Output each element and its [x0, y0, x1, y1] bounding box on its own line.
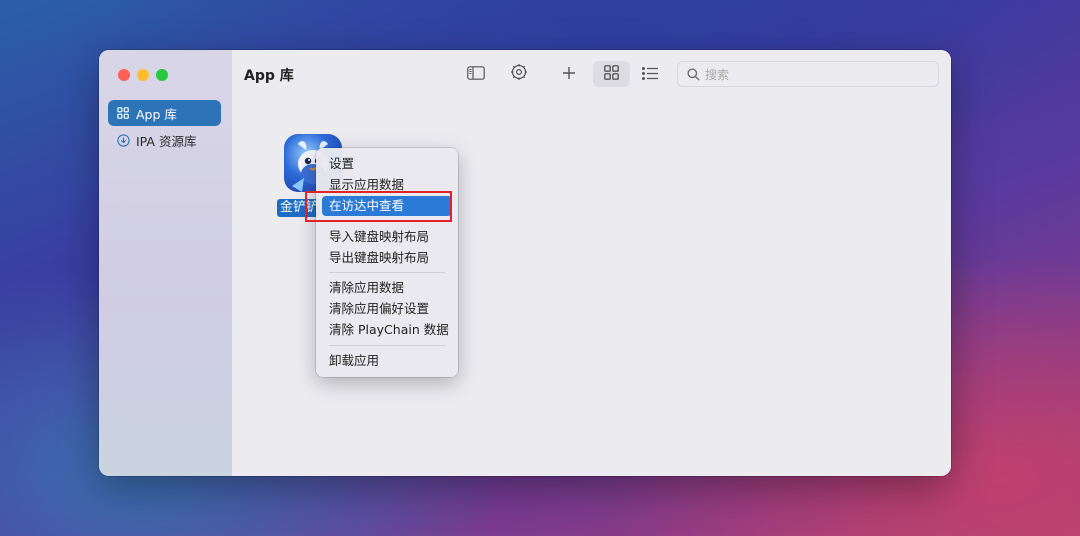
download-circle-icon — [116, 133, 130, 147]
menu-item-settings[interactable]: 设置 — [322, 154, 452, 174]
sidebar-toggle-button[interactable] — [462, 61, 490, 87]
sidebar-item-label: App 库 — [136, 106, 177, 122]
sidebar: App 库 IPA 资源库 — [99, 50, 232, 476]
grid-view-button[interactable] — [593, 61, 630, 87]
settings-button[interactable] — [505, 61, 533, 87]
menu-item-export-keymap[interactable]: 导出键盘映射布局 — [322, 248, 452, 268]
sidebar-item-ipa-library[interactable]: IPA 资源库 — [108, 127, 221, 153]
menu-item-import-keymap[interactable]: 导入键盘映射布局 — [322, 227, 452, 247]
zoom-window-button[interactable] — [156, 69, 168, 81]
page-title: App 库 — [244, 68, 294, 84]
add-app-button[interactable] — [555, 61, 583, 87]
minimize-window-button[interactable] — [137, 69, 149, 81]
search-icon — [687, 67, 700, 81]
plus-icon — [562, 65, 576, 84]
menu-separator — [329, 272, 445, 273]
context-menu: 设置 显示应用数据 在访达中查看 导入键盘映射布局 导出键盘映射布局 清除应用数… — [316, 148, 458, 377]
menu-item-clear-app-data[interactable]: 清除应用数据 — [322, 278, 452, 298]
sidebar-toggle-icon — [467, 65, 485, 84]
list-view-button[interactable] — [636, 61, 664, 87]
menu-item-uninstall-app[interactable]: 卸载应用 — [322, 351, 452, 371]
sidebar-item-app-library[interactable]: App 库 — [108, 100, 221, 126]
list-view-icon — [642, 65, 658, 84]
close-window-button[interactable] — [118, 69, 130, 81]
menu-separator — [329, 345, 445, 346]
search-field[interactable]: 搜索 — [677, 61, 939, 87]
grid-view-icon — [604, 64, 619, 84]
app-window: App 库 IPA 资源库 App 库 搜索 金铲铲 — [99, 50, 951, 476]
menu-item-clear-playchain-data[interactable]: 清除 PlayChain 数据 — [322, 320, 452, 340]
gear-icon — [510, 63, 528, 85]
search-placeholder: 搜索 — [705, 67, 730, 82]
grid-icon — [116, 106, 130, 120]
annotation-highlight-box — [305, 191, 452, 222]
sidebar-item-label: IPA 资源库 — [136, 133, 197, 149]
menu-item-clear-preferences[interactable]: 清除应用偏好设置 — [322, 299, 452, 319]
